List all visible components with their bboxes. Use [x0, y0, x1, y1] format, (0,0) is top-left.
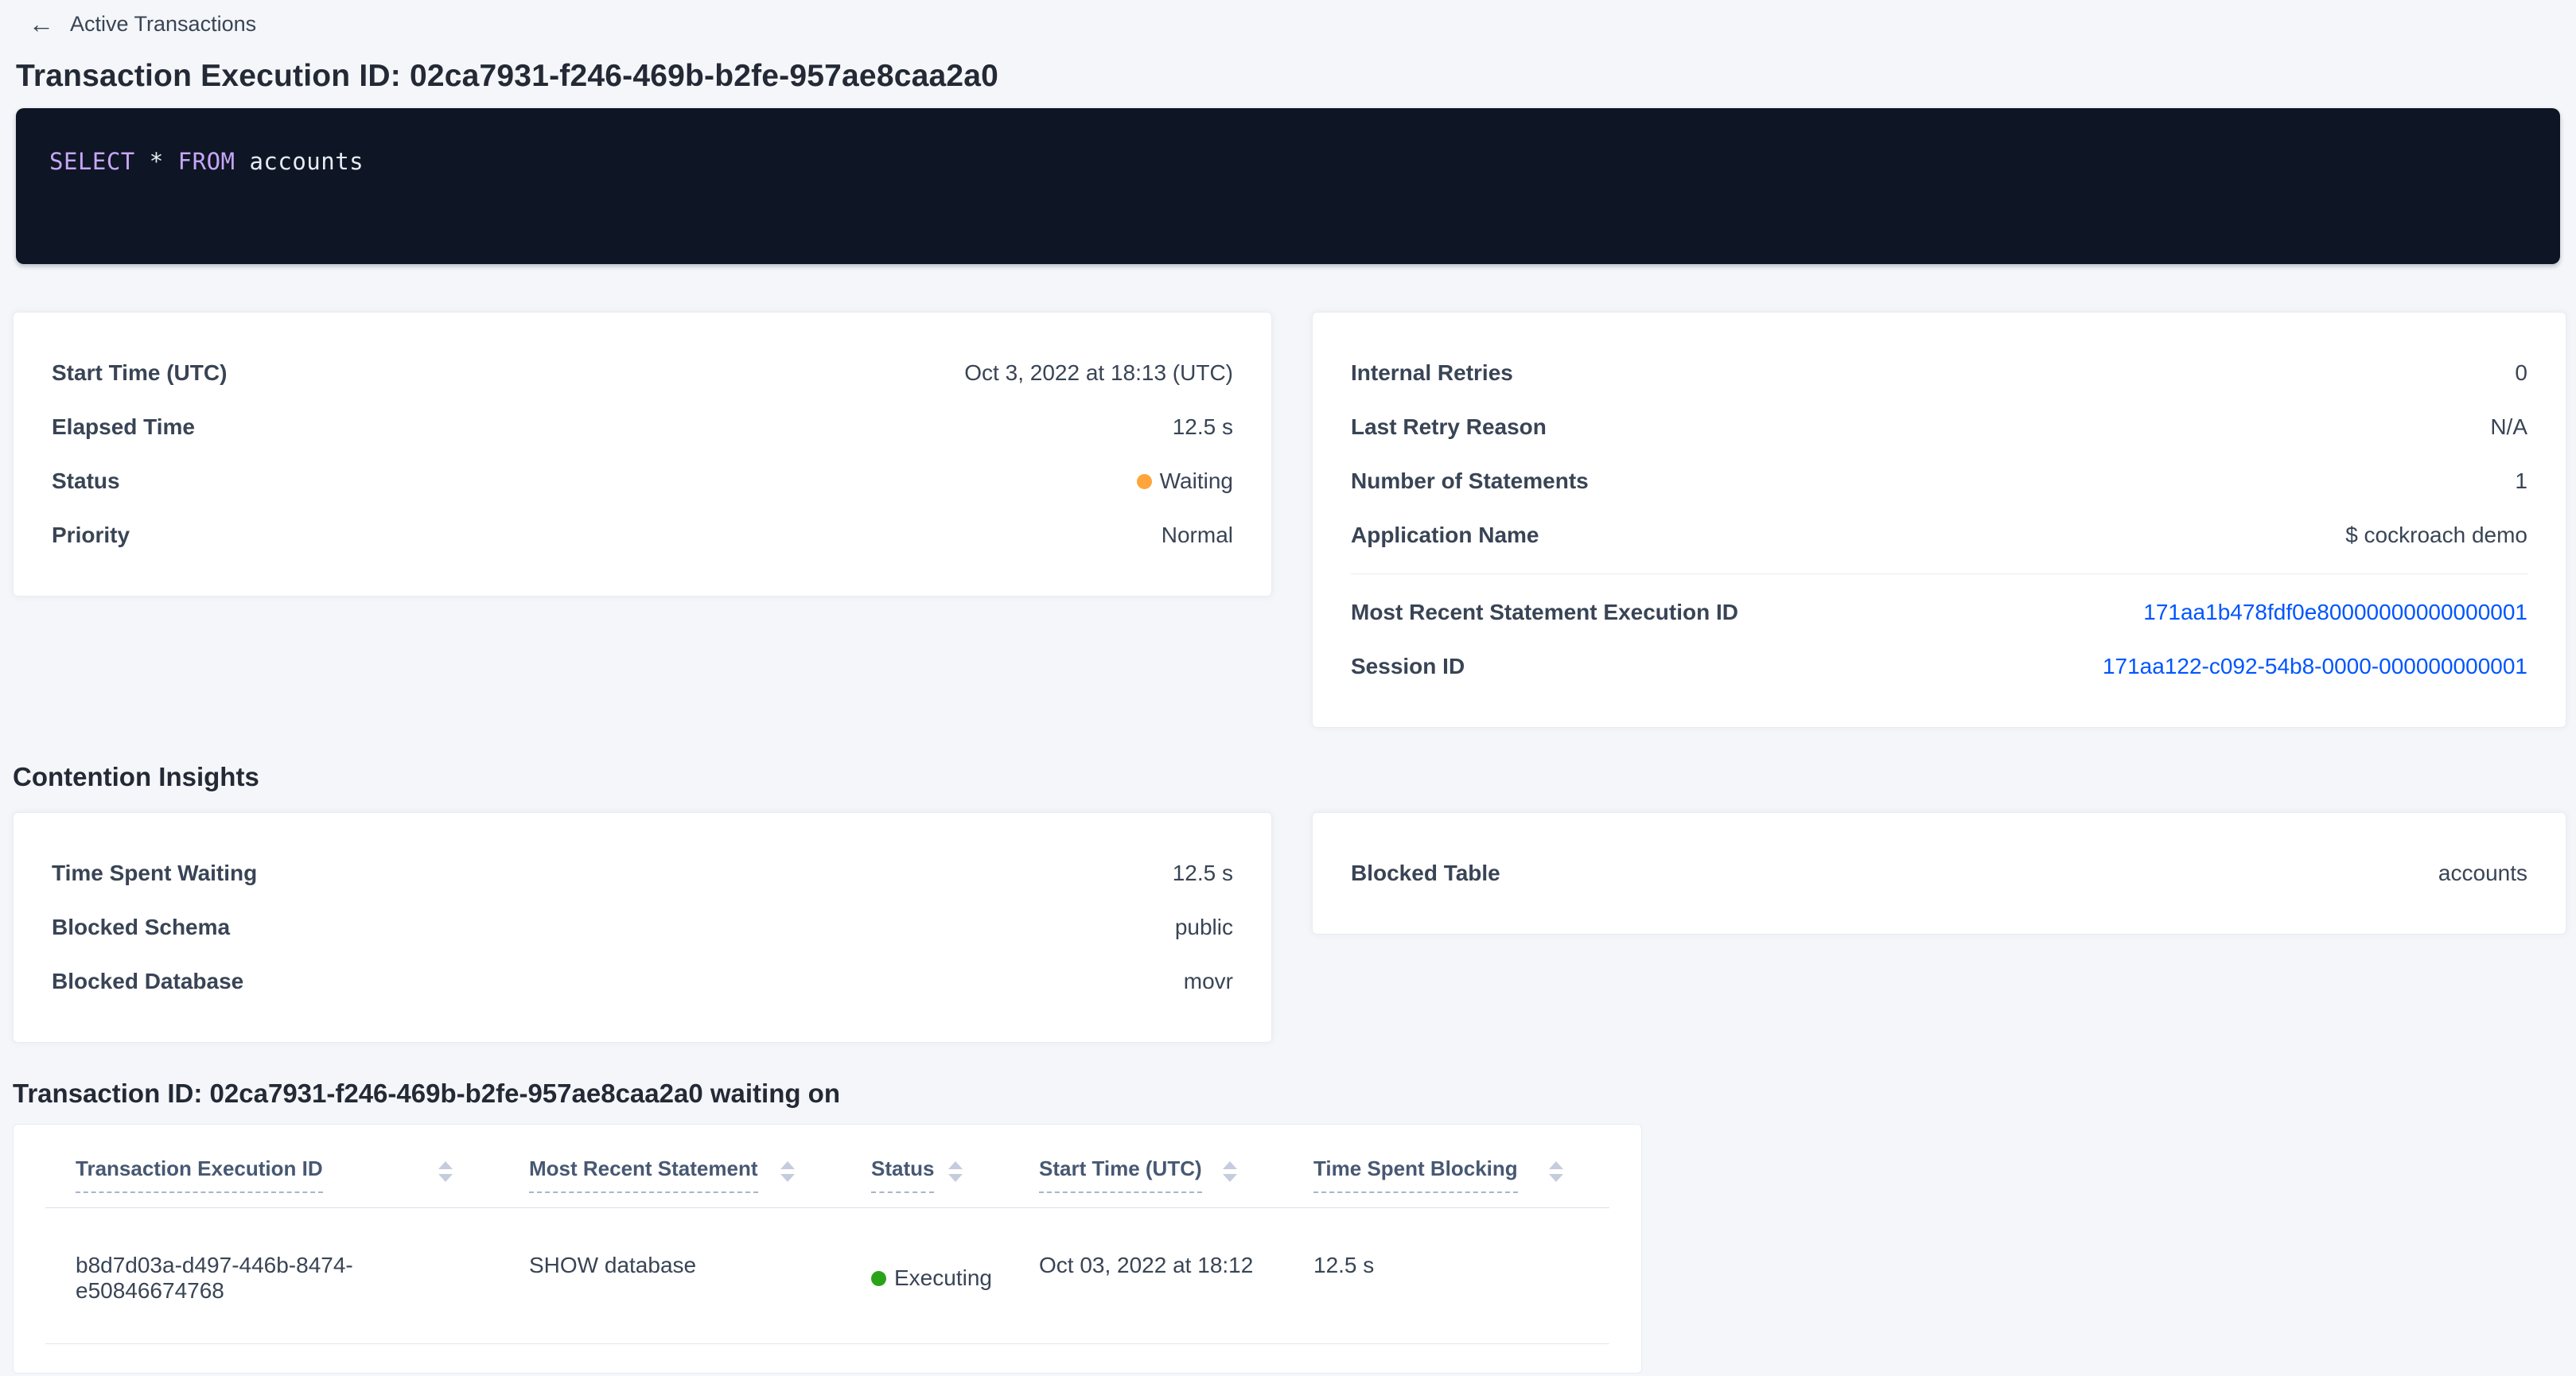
sort-arrows-icon — [948, 1161, 963, 1182]
statement-execution-id-link[interactable]: 171aa1b478fdf0e80000000000000001 — [2143, 600, 2527, 625]
summary-row-last-retry-reason: Last Retry Reason N/A — [1351, 400, 2527, 454]
summary-card-left: Start Time (UTC) Oct 3, 2022 at 18:13 (U… — [13, 312, 1272, 597]
row-label: Internal Retries — [1351, 360, 1513, 386]
contention-row-blocked-schema: Blocked Schema public — [52, 900, 1233, 954]
cell-transaction-execution-id[interactable]: b8d7d03a-d497-446b-8474-e50846674768 — [45, 1208, 499, 1343]
column-header-label: Time Spent Blocking — [1313, 1155, 1518, 1193]
row-value: Normal — [1162, 523, 1233, 548]
row-value: 12.5 s — [1173, 414, 1233, 440]
column-header-time-spent-blocking[interactable]: Time Spent Blocking — [1283, 1155, 1609, 1207]
status-executing-dot-icon — [871, 1271, 886, 1286]
row-label: Application Name — [1351, 523, 1539, 548]
row-label: Number of Statements — [1351, 468, 1589, 494]
session-id-link[interactable]: 171aa122-c092-54b8-0000-000000000001 — [2103, 654, 2527, 679]
status-text: Executing — [894, 1265, 992, 1291]
row-label: Blocked Table — [1351, 861, 1500, 886]
sql-keyword: FROM — [178, 148, 235, 175]
column-header-label: Status — [871, 1155, 934, 1193]
row-label: Status — [52, 468, 120, 494]
column-header-label: Most Recent Statement — [529, 1155, 758, 1193]
sql-text: * — [135, 148, 178, 175]
sort-arrows-icon — [1549, 1161, 1563, 1182]
column-header-start-time[interactable]: Start Time (UTC) — [1009, 1155, 1283, 1207]
summary-row-start-time: Start Time (UTC) Oct 3, 2022 at 18:13 (U… — [52, 346, 1233, 400]
sql-statement: SELECT * FROM accounts — [49, 148, 364, 175]
page-title: Transaction Execution ID: 02ca7931-f246-… — [16, 57, 2576, 95]
card-divider — [1351, 573, 2527, 574]
table-row: b8d7d03a-d497-446b-8474-e50846674768 SHO… — [45, 1208, 1609, 1344]
row-label: Last Retry Reason — [1351, 414, 1547, 440]
active-transaction-details-page: ← Active Transactions Transaction Execut… — [0, 11, 2576, 1376]
column-header-status[interactable]: Status — [841, 1155, 1009, 1207]
row-label: Blocked Schema — [52, 915, 230, 940]
row-value: 0 — [2515, 360, 2527, 386]
contention-insights-title: Contention Insights — [13, 761, 2576, 793]
column-header-label: Start Time (UTC) — [1039, 1155, 1202, 1193]
row-value: Oct 3, 2022 at 18:13 (UTC) — [964, 360, 1233, 386]
column-header-transaction-execution-id[interactable]: Transaction Execution ID — [45, 1155, 499, 1207]
sort-arrows-icon — [1223, 1161, 1237, 1182]
column-header-most-recent-statement[interactable]: Most Recent Statement — [499, 1155, 841, 1207]
summary-card-right: Internal Retries 0 Last Retry Reason N/A… — [1312, 312, 2566, 728]
row-value: 12.5 s — [1173, 861, 1233, 886]
row-label: Blocked Database — [52, 969, 243, 994]
status-text: Waiting — [1160, 468, 1233, 494]
column-header-label: Transaction Execution ID — [76, 1155, 323, 1193]
cell-status: Executing — [841, 1208, 1009, 1343]
summary-row-status: Status Waiting — [52, 454, 1233, 508]
contention-card-right: Blocked Table accounts — [1312, 812, 2566, 935]
summary-row-elapsed-time: Elapsed Time 12.5 s — [52, 400, 1233, 454]
sort-arrows-icon — [780, 1161, 795, 1182]
row-value: $ cockroach demo — [2345, 523, 2527, 548]
contention-card-left: Time Spent Waiting 12.5 s Blocked Schema… — [13, 812, 1272, 1043]
summary-row-internal-retries: Internal Retries 0 — [1351, 346, 2527, 400]
row-value: public — [1175, 915, 1233, 940]
row-label: Most Recent Statement Execution ID — [1351, 600, 1738, 625]
cell-most-recent-statement: SHOW database — [499, 1208, 841, 1343]
row-label: Priority — [52, 523, 130, 548]
summary-cards-row: Start Time (UTC) Oct 3, 2022 at 18:13 (U… — [13, 312, 2566, 728]
contention-row-time-spent-waiting: Time Spent Waiting 12.5 s — [52, 846, 1233, 900]
sql-identifier: accounts — [235, 148, 364, 175]
status-waiting-dot-icon — [1137, 474, 1152, 489]
row-value: N/A — [2490, 414, 2527, 440]
contention-row-blocked-table: Blocked Table accounts — [1351, 846, 2527, 900]
row-value: 1 — [2515, 468, 2527, 494]
row-label: Time Spent Waiting — [52, 861, 257, 886]
waiting-on-table: Transaction Execution ID Most Recent Sta… — [13, 1124, 1642, 1374]
summary-row-application-name: Application Name $ cockroach demo — [1351, 508, 2527, 562]
row-label: Start Time (UTC) — [52, 360, 227, 386]
contention-row-blocked-database: Blocked Database movr — [52, 954, 1233, 1009]
summary-row-statement-execution-id: Most Recent Statement Execution ID 171aa… — [1351, 585, 2527, 639]
back-link-label: Active Transactions — [70, 12, 256, 37]
cell-start-time: Oct 03, 2022 at 18:12 — [1009, 1208, 1283, 1343]
sort-arrows-icon — [438, 1161, 453, 1182]
table-header-row: Transaction Execution ID Most Recent Sta… — [45, 1125, 1609, 1208]
row-label: Session ID — [1351, 654, 1465, 679]
summary-row-session-id: Session ID 171aa122-c092-54b8-0000-00000… — [1351, 639, 2527, 694]
back-link[interactable]: ← Active Transactions — [29, 11, 256, 37]
summary-row-number-of-statements: Number of Statements 1 — [1351, 454, 2527, 508]
row-value: accounts — [2438, 861, 2527, 886]
contention-cards-row: Time Spent Waiting 12.5 s Blocked Schema… — [13, 812, 2566, 1043]
summary-row-priority: Priority Normal — [52, 508, 1233, 562]
arrow-left-icon: ← — [29, 11, 54, 37]
sql-keyword: SELECT — [49, 148, 135, 175]
row-label: Elapsed Time — [52, 414, 195, 440]
waiting-on-title: Transaction ID: 02ca7931-f246-469b-b2fe-… — [13, 1078, 2576, 1110]
cell-time-spent-blocking: 12.5 s — [1283, 1208, 1609, 1343]
status-badge: Waiting — [1137, 468, 1233, 494]
sql-statement-box: SELECT * FROM accounts — [16, 108, 2560, 264]
row-value: movr — [1184, 969, 1233, 994]
